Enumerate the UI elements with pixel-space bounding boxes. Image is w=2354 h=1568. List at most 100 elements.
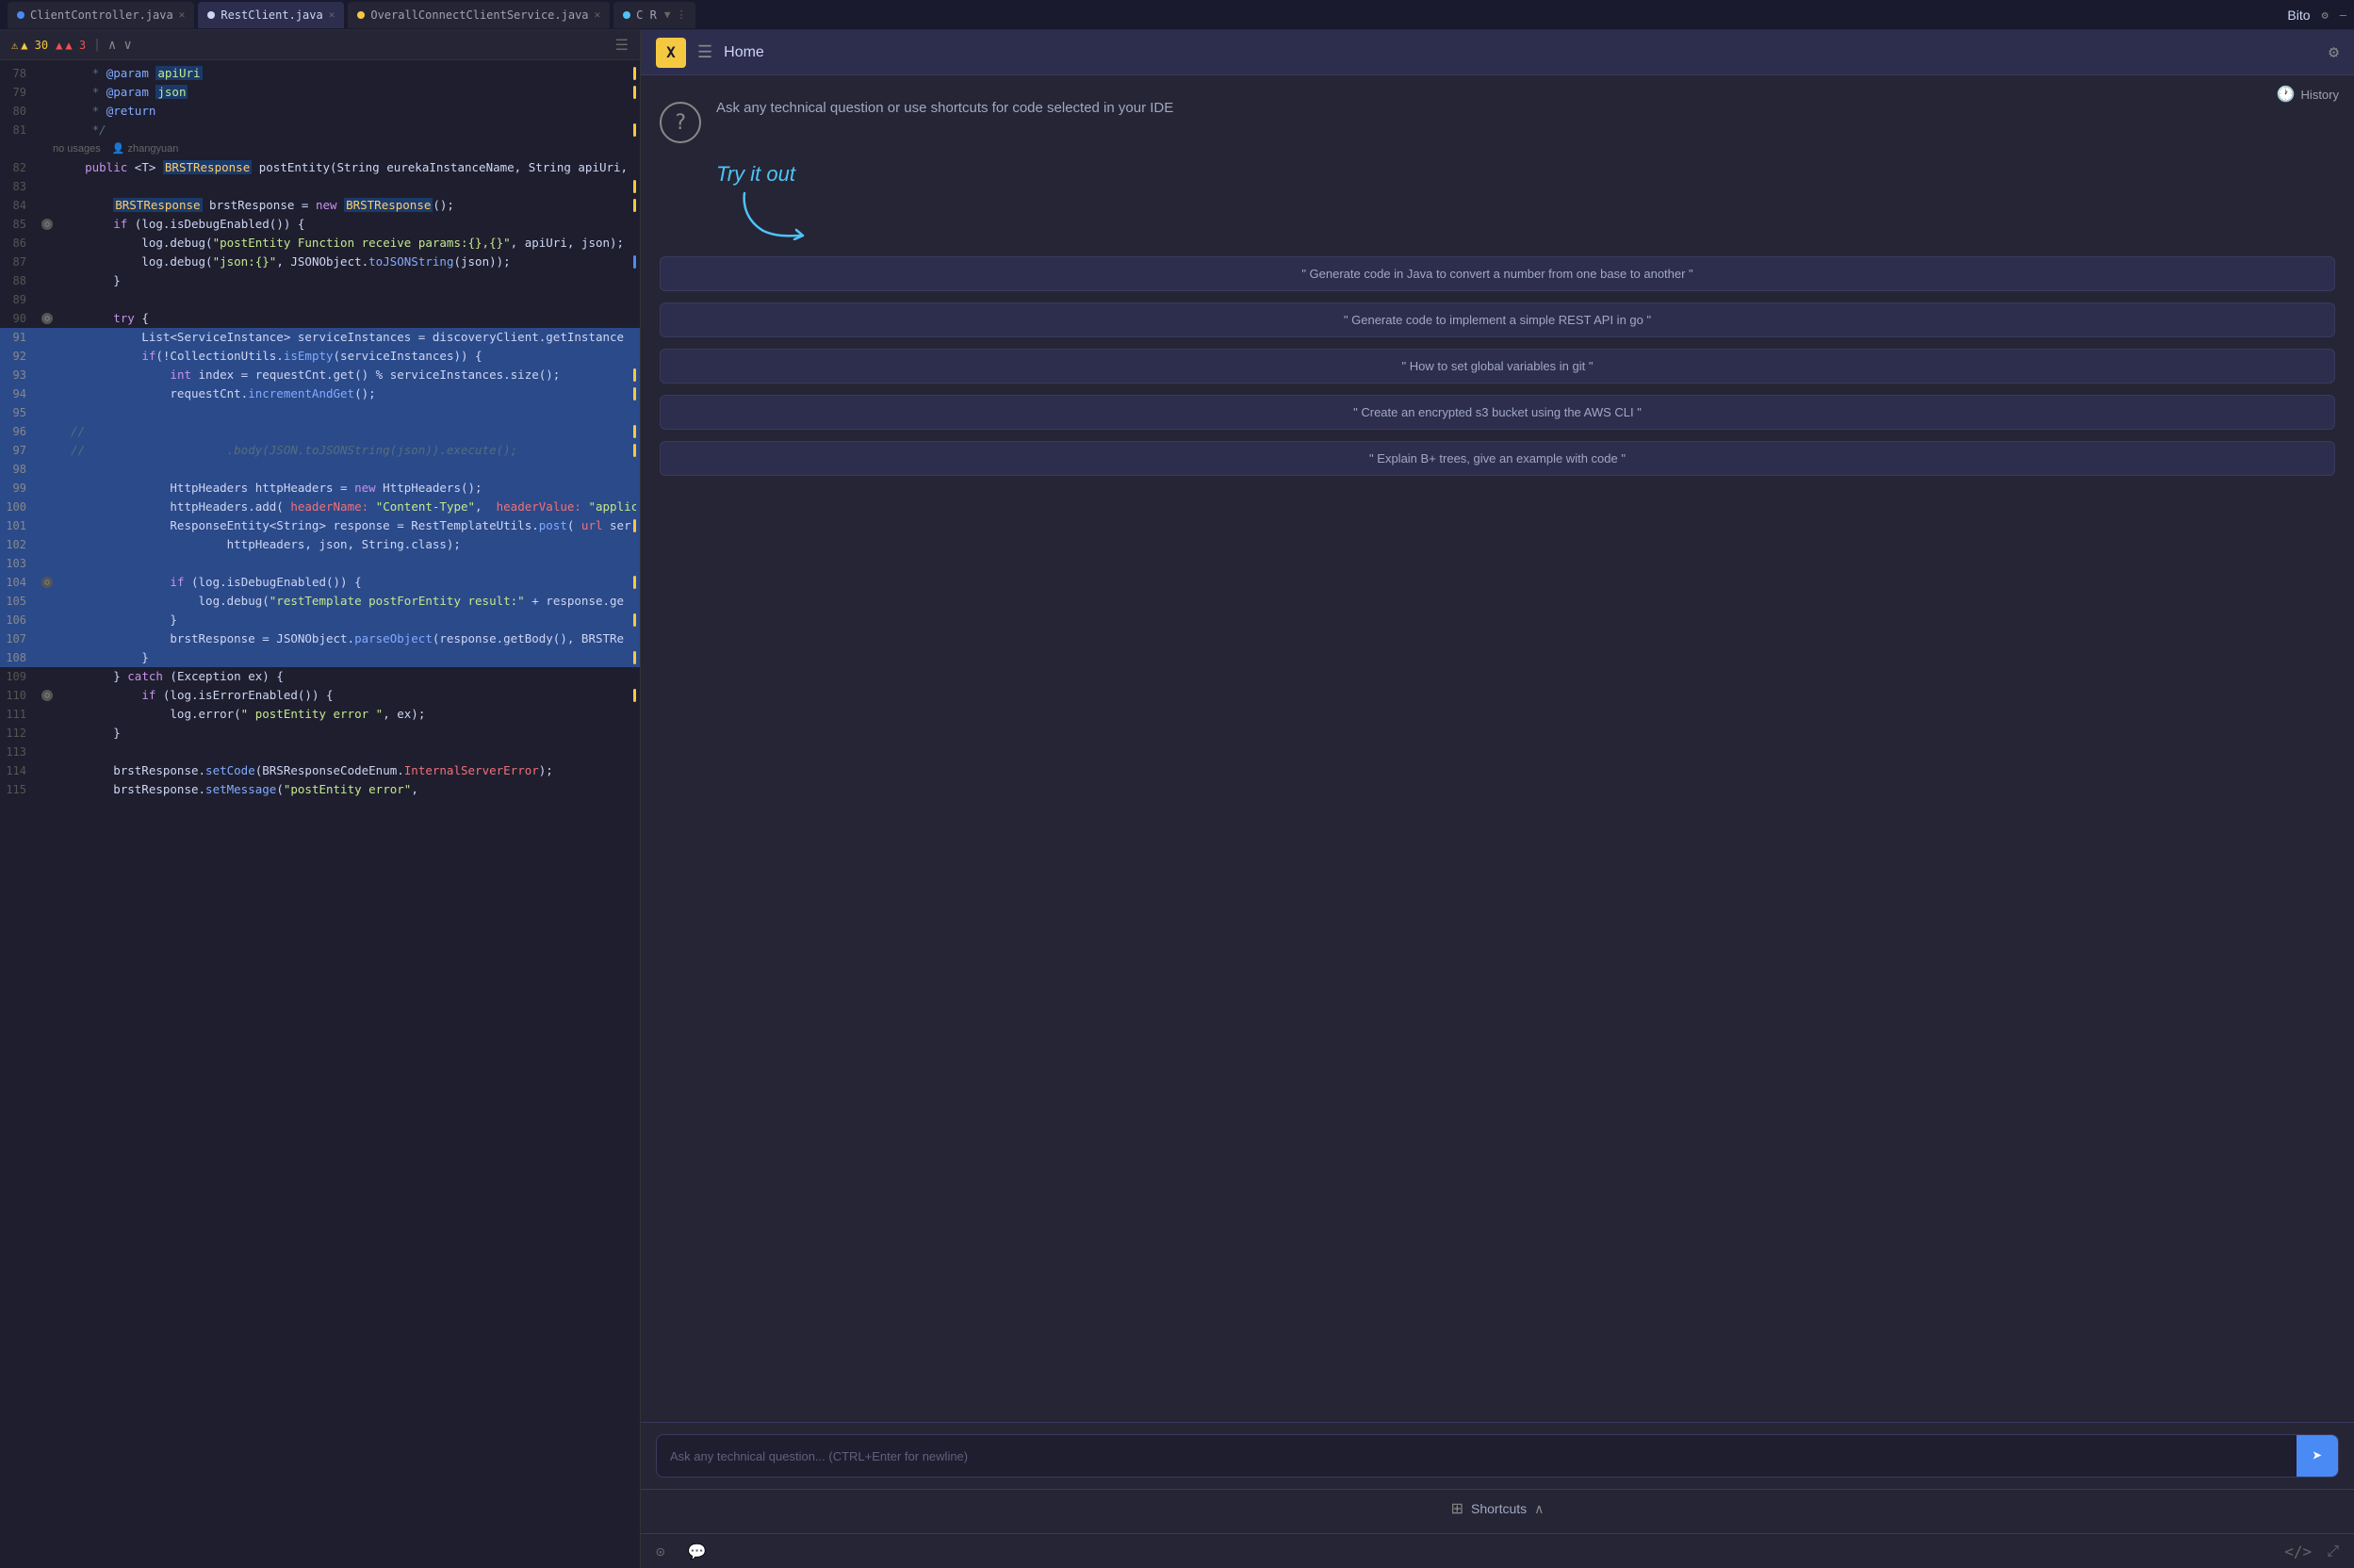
arrow-icon	[735, 188, 810, 244]
line-number: 96	[0, 422, 38, 441]
bito-content[interactable]: ? Ask any technical question or use shor…	[641, 75, 2354, 1422]
help-circle-icon[interactable]: ⊙	[656, 1543, 665, 1560]
shortcuts-icon: ⊞	[1451, 1499, 1463, 1518]
suggestion-btn-2[interactable]: " How to set global variables in git "	[660, 349, 2335, 384]
line-content: log.debug("restTemplate postForEntity re…	[57, 592, 636, 611]
code-line-selected: 104 ○ if (log.isDebugEnabled()) {	[0, 573, 640, 592]
tab-overall-connect[interactable]: OverallConnectClientService.java ✕	[348, 2, 610, 28]
line-marker	[633, 123, 636, 137]
line-number: 85	[0, 215, 38, 234]
code-line: 89	[0, 290, 640, 309]
code-icon[interactable]: </>	[2284, 1543, 2312, 1560]
minimize-icon[interactable]: —	[2340, 8, 2346, 22]
line-number: 112	[0, 724, 38, 743]
toolbar-up-btn[interactable]: ∧	[108, 38, 116, 53]
line-number: 105	[0, 592, 38, 611]
line-number: 107	[0, 629, 38, 648]
line-content: * @param apiUri	[57, 64, 633, 83]
no-usages-label: no usages	[53, 139, 101, 158]
tab-more[interactable]: ⋮	[676, 8, 686, 21]
chat-icon[interactable]: 💬	[688, 1543, 707, 1560]
line-marker	[633, 86, 636, 99]
code-area[interactable]: 78 * @param apiUri 79 * @param json 80 *…	[0, 60, 640, 1568]
line-number: 111	[0, 705, 38, 724]
line-content: httpHeaders, json, String.class);	[57, 535, 636, 554]
breakpoint-icon[interactable]: ○	[41, 313, 53, 324]
bito-header: X ☰ Home ⚙	[641, 30, 2354, 75]
breakpoint-icon[interactable]: ○	[41, 219, 53, 230]
line-content: httpHeaders.add( headerName: "Content-Ty…	[57, 498, 636, 516]
tab-dot	[17, 11, 25, 19]
line-content: ResponseEntity<String> response = RestTe…	[57, 516, 633, 535]
suggestion-btn-0[interactable]: " Generate code in Java to convert a num…	[660, 256, 2335, 291]
settings-icon[interactable]: ⚙	[2322, 8, 2329, 22]
tab-dropdown[interactable]: ▼	[664, 8, 671, 21]
tab-dot	[357, 11, 365, 19]
line-content: log.debug("json:{}", JSONObject.toJSONSt…	[57, 253, 633, 271]
line-marker	[633, 444, 636, 457]
settings-gear-icon[interactable]: ⚙	[2329, 42, 2339, 62]
code-line-selected: 91 List<ServiceInstance> serviceInstance…	[0, 328, 640, 347]
line-number: 89	[0, 290, 38, 309]
line-number: 106	[0, 611, 38, 629]
line-content: // .body(JSON.toJSONString(json)).execut…	[57, 441, 633, 460]
tab-close[interactable]: ✕	[179, 8, 186, 21]
tab-close[interactable]: ✕	[329, 8, 335, 21]
line-gutter: ○	[38, 577, 57, 588]
line-content: if (log.isDebugEnabled()) {	[57, 215, 636, 234]
code-line: 80 * @return	[0, 102, 640, 121]
expand-icon[interactable]: ⤢	[2327, 1542, 2339, 1560]
send-icon: ➤	[2313, 1446, 2323, 1466]
code-line-selected: 108 }	[0, 648, 640, 667]
main-layout: ⚠ ▲ 30 ▲ ▲ 3 | ∧ ∨ ☰ 78 * @param apiUri	[0, 30, 2354, 1568]
code-line: 115 brstResponse.setMessage("postEntity …	[0, 780, 640, 799]
line-number: 98	[0, 460, 38, 479]
line-number: 87	[0, 253, 38, 271]
shortcuts-button[interactable]: ⊞ Shortcuts ∧	[1451, 1499, 1545, 1518]
line-content: * @return	[57, 102, 636, 121]
tab-label: OverallConnectClientService.java	[370, 8, 588, 22]
code-line-selected: 102 httpHeaders, json, String.class);	[0, 535, 640, 554]
line-content: List<ServiceInstance> serviceInstances =…	[57, 328, 636, 347]
line-content: */	[57, 121, 633, 139]
bito-send-btn[interactable]: ➤	[2297, 1435, 2338, 1477]
right-gutter-icon[interactable]: ☰	[615, 36, 629, 54]
line-gutter: ○	[38, 313, 57, 324]
toolbar-down-btn[interactable]: ∨	[123, 38, 131, 53]
line-number: 90	[0, 309, 38, 328]
bito-input-field[interactable]	[657, 1438, 2297, 1475]
line-number: 79	[0, 83, 38, 102]
suggestion-btn-1[interactable]: " Generate code to implement a simple RE…	[660, 302, 2335, 337]
line-number: 86	[0, 234, 38, 253]
suggestion-btn-4[interactable]: " Explain B+ trees, give an example with…	[660, 441, 2335, 476]
editor-toolbar: ⚠ ▲ 30 ▲ ▲ 3 | ∧ ∨ ☰	[0, 30, 640, 60]
line-number: 81	[0, 121, 38, 139]
bito-hamburger-icon[interactable]: ☰	[697, 42, 712, 62]
code-line: 112 }	[0, 724, 640, 743]
bito-close-btn[interactable]: X	[656, 38, 686, 68]
line-number: 84	[0, 196, 38, 215]
line-gutter: ○	[38, 219, 57, 230]
tab-close[interactable]: ✕	[595, 8, 601, 21]
line-marker	[633, 368, 636, 382]
code-line: 87 log.debug("json:{}", JSONObject.toJSO…	[0, 253, 640, 271]
bito-settings-btn[interactable]: ⚙	[2329, 42, 2339, 62]
suggestion-btn-3[interactable]: " Create an encrypted s3 bucket using th…	[660, 395, 2335, 430]
code-line-selected: 98	[0, 460, 640, 479]
warning-icon: ⚠	[11, 39, 18, 52]
line-marker	[633, 613, 636, 627]
code-line: 86 log.debug("postEntity Function receiv…	[0, 234, 640, 253]
bito-panel: X ☰ Home ⚙ 🕐 History ? Ask any technical…	[641, 30, 2354, 1568]
tab-client-controller[interactable]: ClientController.java ✕	[8, 2, 194, 28]
line-number: 104	[0, 573, 38, 592]
tab-label: ClientController.java	[30, 8, 173, 22]
tab-rest-client[interactable]: RestClient.java ✕	[198, 2, 344, 28]
breakpoint-icon[interactable]: ○	[41, 577, 53, 588]
breakpoint-icon[interactable]: ○	[41, 690, 53, 701]
line-content: } catch (Exception ex) {	[57, 667, 636, 686]
line-content: public <T> BRSTResponse postEntity(Strin…	[57, 158, 636, 177]
code-line: 109 } catch (Exception ex) {	[0, 667, 640, 686]
tab-cr[interactable]: C R ▼ ⋮	[613, 2, 695, 28]
code-line: 84 BRSTResponse brstResponse = new BRSTR…	[0, 196, 640, 215]
line-content: brstResponse.setMessage("postEntity erro…	[57, 780, 636, 799]
